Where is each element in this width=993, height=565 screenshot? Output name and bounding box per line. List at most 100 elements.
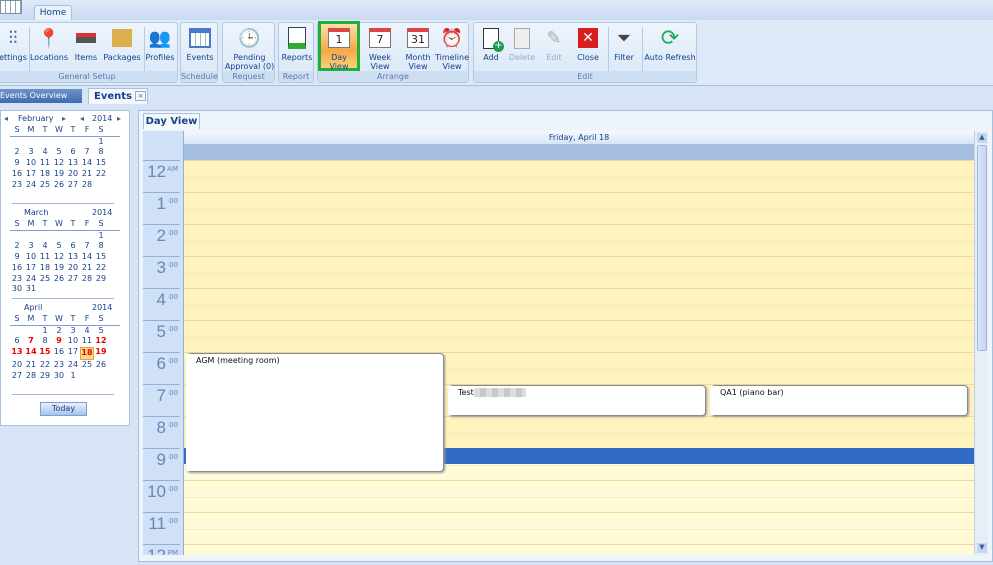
event-appointment[interactable]: Test: [448, 385, 706, 416]
day-cell[interactable]: 9: [52, 336, 66, 347]
day-cell[interactable]: 18: [80, 347, 94, 360]
day-cell[interactable]: 10: [24, 252, 38, 263]
day-cell[interactable]: 13: [10, 347, 24, 360]
day-cell[interactable]: 28: [80, 180, 94, 191]
delete-button[interactable]: Delete: [506, 24, 538, 62]
day-cell[interactable]: [94, 284, 108, 295]
day-cell[interactable]: 16: [10, 169, 24, 180]
next-month-arrow-icon[interactable]: ▸: [62, 114, 66, 123]
day-cell[interactable]: 27: [66, 180, 80, 191]
day-cell[interactable]: 5: [52, 147, 66, 158]
day-cell[interactable]: 7: [24, 336, 38, 347]
day-cell[interactable]: [66, 231, 80, 242]
time-grid[interactable]: AGM (meeting room) Test QA1 (piano bar): [184, 160, 974, 555]
time-slot-row[interactable]: [184, 288, 974, 320]
day-cell[interactable]: [10, 326, 24, 337]
day-cell[interactable]: 23: [52, 360, 66, 371]
day-cell[interactable]: 11: [38, 158, 52, 169]
close-button[interactable]: ✕ Close: [572, 24, 604, 62]
day-cell[interactable]: [38, 231, 52, 242]
day-cell[interactable]: 9: [10, 252, 24, 263]
add-button[interactable]: + Add: [476, 24, 506, 62]
day-cell[interactable]: 11: [80, 336, 94, 347]
prev-year-arrow-icon[interactable]: ◂: [80, 114, 84, 123]
time-slot-row[interactable]: [184, 224, 974, 256]
timeline-view-button[interactable]: ⏰ Timeline View: [435, 24, 469, 71]
tab-day-view[interactable]: Day View: [143, 113, 200, 129]
day-cell[interactable]: 15: [38, 347, 52, 360]
scroll-up-arrow-icon[interactable]: ▲: [977, 133, 987, 143]
day-cell[interactable]: 18: [38, 169, 52, 180]
day-cell[interactable]: 20: [66, 263, 80, 274]
pending-approval-button[interactable]: 🕒 Pending Approval (0): [224, 24, 275, 71]
day-cell[interactable]: [66, 137, 80, 148]
day-cell[interactable]: 30: [52, 371, 66, 382]
day-cell[interactable]: [52, 231, 66, 242]
day-cell[interactable]: 14: [24, 347, 38, 360]
day-cell[interactable]: [24, 326, 38, 337]
day-cell[interactable]: [10, 231, 24, 242]
day-cell[interactable]: 1: [38, 326, 52, 337]
day-cell[interactable]: 9: [10, 158, 24, 169]
day-cell[interactable]: 8: [94, 147, 108, 158]
day-cell[interactable]: 19: [52, 263, 66, 274]
day-cell[interactable]: 21: [80, 169, 94, 180]
day-cell[interactable]: 26: [52, 274, 66, 285]
day-cell[interactable]: 25: [80, 360, 94, 371]
day-cell[interactable]: 22: [94, 169, 108, 180]
day-cell[interactable]: 6: [10, 336, 24, 347]
day-cell[interactable]: 14: [80, 158, 94, 169]
day-cell[interactable]: 29: [38, 371, 52, 382]
day-cell[interactable]: 16: [10, 263, 24, 274]
day-cell[interactable]: [94, 180, 108, 191]
packages-button[interactable]: Packages: [101, 24, 143, 62]
day-cell[interactable]: 28: [24, 371, 38, 382]
event-appointment[interactable]: QA1 (piano bar): [710, 385, 968, 416]
day-cell[interactable]: [80, 284, 94, 295]
day-cell[interactable]: 17: [24, 169, 38, 180]
day-cell[interactable]: [52, 284, 66, 295]
day-cell[interactable]: 22: [38, 360, 52, 371]
day-view-button[interactable]: 1 Day View: [318, 21, 360, 71]
day-cell[interactable]: 3: [24, 147, 38, 158]
day-cell[interactable]: [10, 137, 24, 148]
day-cell[interactable]: 26: [52, 180, 66, 191]
day-cell[interactable]: 14: [80, 252, 94, 263]
day-cell[interactable]: 1: [94, 137, 108, 148]
time-slot-row[interactable]: [184, 256, 974, 288]
settings-button[interactable]: ⫶⫶ ettings: [0, 24, 27, 62]
day-cell[interactable]: 18: [38, 263, 52, 274]
day-cell[interactable]: [24, 231, 38, 242]
day-cell[interactable]: 30: [10, 284, 24, 295]
time-slot-row[interactable]: [184, 480, 974, 512]
day-cell[interactable]: 13: [66, 252, 80, 263]
day-cell[interactable]: 22: [94, 263, 108, 274]
day-cell[interactable]: 19: [94, 347, 108, 360]
day-cell[interactable]: 2: [52, 326, 66, 337]
day-cell[interactable]: 5: [52, 241, 66, 252]
day-cell[interactable]: 4: [80, 326, 94, 337]
day-cell[interactable]: [52, 137, 66, 148]
day-cell[interactable]: 23: [10, 180, 24, 191]
day-cell[interactable]: 25: [38, 274, 52, 285]
reports-button[interactable]: Reports: [280, 24, 314, 62]
day-cell[interactable]: 8: [38, 336, 52, 347]
day-cell[interactable]: 7: [80, 241, 94, 252]
day-cell[interactable]: [80, 231, 94, 242]
time-slot-row[interactable]: [184, 320, 974, 352]
day-cell[interactable]: 15: [94, 158, 108, 169]
day-cell[interactable]: 10: [24, 158, 38, 169]
day-cell[interactable]: 12: [94, 336, 108, 347]
locations-button[interactable]: 📍 Locations: [29, 24, 69, 62]
auto-refresh-button[interactable]: ⟳ Auto Refresh: [642, 24, 698, 62]
day-cell[interactable]: 24: [66, 360, 80, 371]
day-cell[interactable]: 1: [66, 371, 80, 382]
day-cell[interactable]: 20: [10, 360, 24, 371]
prev-month-arrow-icon[interactable]: ◂: [4, 114, 8, 123]
time-slot-row[interactable]: [184, 512, 974, 544]
day-cell[interactable]: 23: [10, 274, 24, 285]
week-view-button[interactable]: 7 Week View: [360, 24, 400, 71]
day-cell[interactable]: 26: [94, 360, 108, 371]
today-button[interactable]: Today: [40, 402, 87, 416]
day-cell[interactable]: 17: [66, 347, 80, 360]
